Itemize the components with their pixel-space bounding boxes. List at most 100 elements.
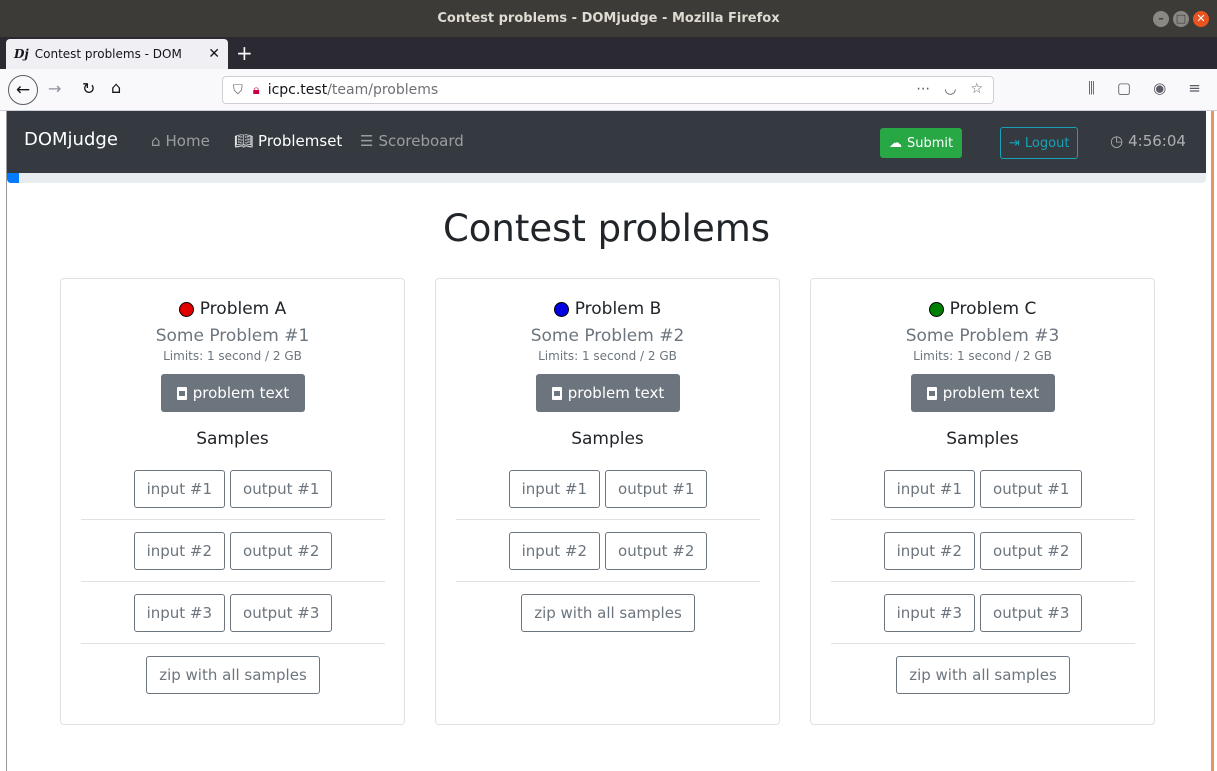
account-icon[interactable]: ◉	[1153, 79, 1166, 97]
forward-arrow-icon[interactable]: →	[48, 79, 61, 98]
logout-button[interactable]: ⇥ Logout	[1000, 127, 1079, 159]
problem-text-label: problem text	[192, 384, 290, 402]
file-pdf-icon	[551, 386, 562, 400]
sidebar-icon[interactable]: ▢	[1117, 79, 1131, 97]
sample-input-button[interactable]: input #1	[133, 469, 226, 508]
sample-output-button[interactable]: output #3	[230, 593, 333, 632]
problem-heading: Problem C	[811, 299, 1154, 319]
browser-toolbar: ← → ↻ ⌂ ⛉ 🔒︎ icpc.test/team/problems ⋯ ◡…	[0, 69, 1217, 111]
sample-output-button[interactable]: output #3	[980, 593, 1083, 632]
sample-input-button[interactable]: input #2	[133, 531, 226, 570]
sample-output-button[interactable]: output #1	[605, 469, 708, 508]
zip-row: zip with all samples	[831, 644, 1135, 706]
sample-input-button[interactable]: input #3	[883, 593, 976, 632]
sample-row: input #1 output #1	[81, 458, 385, 520]
sample-input-button[interactable]: input #1	[508, 469, 601, 508]
file-pdf-icon	[926, 386, 937, 400]
submit-button[interactable]: ☁ Submit	[880, 128, 963, 158]
nav-scoreboard[interactable]: ☰ Scoreboard	[360, 132, 464, 150]
sample-row: input #2 output #2	[81, 520, 385, 582]
samples-heading: Samples	[571, 429, 644, 449]
tab-contest-problems[interactable]: Dj Contest problems - DOM ✕	[6, 39, 228, 69]
problem-text-label: problem text	[567, 384, 665, 402]
sample-output-button[interactable]: output #2	[980, 531, 1083, 570]
menu-icon[interactable]: ≡	[1188, 79, 1201, 97]
clock-icon: ◷	[1110, 132, 1124, 150]
sample-row: input #3 output #3	[81, 582, 385, 644]
zip-samples-button[interactable]: zip with all samples	[146, 656, 320, 694]
app-navbar: DOMjudge ⌂ Home 📖︎ Problemset ☰ Scoreboa…	[7, 111, 1206, 173]
problem-limits: Limits: 1 second / 2 GB	[163, 349, 302, 363]
home-icon[interactable]: ⌂	[111, 78, 121, 97]
sample-input-button[interactable]: input #2	[508, 531, 601, 570]
problem-text-button[interactable]: problem text	[911, 374, 1055, 412]
sign-out-icon: ⇥	[1009, 135, 1020, 151]
page-scrollbar[interactable]	[1211, 111, 1214, 771]
home-icon: ⌂	[151, 132, 161, 150]
problem-color-dot	[553, 301, 569, 317]
problem-label: Problem B	[574, 299, 662, 319]
sample-row: input #3 output #3	[831, 582, 1135, 644]
samples-heading: Samples	[196, 429, 269, 449]
sample-output-button[interactable]: output #1	[230, 469, 333, 508]
list-icon: ☰	[360, 132, 374, 150]
zip-samples-button[interactable]: zip with all samples	[896, 656, 1070, 694]
insecure-lock-icon[interactable]: 🔒︎	[253, 83, 260, 98]
problem-text-label: problem text	[942, 384, 1040, 402]
tracking-shield-icon[interactable]: ⛉	[233, 83, 243, 98]
problem-name: Some Problem #2	[530, 326, 685, 346]
problem-text-button[interactable]: problem text	[536, 374, 680, 412]
pocket-icon[interactable]: ◡	[944, 81, 956, 97]
samples-heading: Samples	[946, 429, 1019, 449]
close-tab-icon[interactable]: ✕	[208, 46, 220, 62]
logout-label: Logout	[1024, 135, 1070, 151]
new-tab-icon[interactable]: +	[236, 41, 253, 65]
reload-icon[interactable]: ↻	[82, 79, 95, 98]
problem-limits: Limits: 1 second / 2 GB	[913, 349, 1052, 363]
file-pdf-icon	[176, 386, 187, 400]
nav-problemset-label: Problemset	[258, 132, 343, 150]
sample-row: input #1 output #1	[831, 458, 1135, 520]
zip-samples-button[interactable]: zip with all samples	[521, 594, 695, 632]
sample-input-button[interactable]: input #3	[133, 593, 226, 632]
page-title: Contest problems	[442, 207, 771, 250]
nav-problemset[interactable]: 📖︎ Problemset	[234, 132, 342, 150]
zip-row: zip with all samples	[456, 582, 760, 644]
window-controls: – □ ✕	[1153, 11, 1209, 27]
back-arrow-icon[interactable]: ←	[8, 75, 38, 105]
minimize-button[interactable]: –	[1153, 11, 1169, 27]
window-title: Contest problems - DOMjudge - Mozilla Fi…	[437, 11, 780, 26]
page-actions-icon[interactable]: ⋯	[916, 81, 930, 97]
brand-logo[interactable]: DOMjudge	[24, 129, 118, 150]
sample-row: input #1 output #1	[456, 458, 760, 520]
problem-card: Problem B Some Problem #2 Limits: 1 second…	[435, 278, 780, 725]
problem-label: Problem C	[949, 299, 1037, 319]
sample-input-button[interactable]: input #2	[883, 531, 976, 570]
tab-title: Contest problems - DOM	[34, 47, 182, 61]
url-path: /team/problems	[327, 82, 439, 98]
contest-progress-fill	[7, 173, 19, 183]
problem-name: Some Problem #3	[905, 326, 1060, 346]
toolbar-right: ⫼ ▢ ◉ ≡	[1088, 79, 1201, 97]
nav-scoreboard-label: Scoreboard	[378, 132, 464, 150]
problem-heading: Problem A	[61, 299, 404, 319]
problem-name: Some Problem #1	[155, 326, 310, 346]
cloud-upload-icon: ☁	[889, 135, 902, 151]
nav-home[interactable]: ⌂ Home	[151, 132, 210, 150]
bookmark-star-icon[interactable]: ☆	[970, 81, 983, 97]
sample-output-button[interactable]: output #2	[605, 531, 708, 570]
problem-limits: Limits: 1 second / 2 GB	[538, 349, 677, 363]
sample-row: input #2 output #2	[831, 520, 1135, 582]
sample-input-button[interactable]: input #1	[883, 469, 976, 508]
tab-bar: Dj Contest problems - DOM ✕ +	[0, 37, 1217, 69]
sample-output-button[interactable]: output #2	[230, 531, 333, 570]
url-bar[interactable]: ⛉ 🔒︎ icpc.test/team/problems ⋯ ◡ ☆	[222, 76, 994, 104]
problem-text-button[interactable]: problem text	[161, 374, 305, 412]
problem-card: Problem A Some Problem #1 Limits: 1 second…	[60, 278, 405, 725]
maximize-button[interactable]: □	[1173, 11, 1189, 27]
close-window-button[interactable]: ✕	[1193, 11, 1209, 27]
sample-output-button[interactable]: output #1	[980, 469, 1083, 508]
library-icon[interactable]: ⫼	[1088, 79, 1095, 97]
sample-row: input #2 output #2	[456, 520, 760, 582]
problem-color-dot	[178, 301, 194, 317]
